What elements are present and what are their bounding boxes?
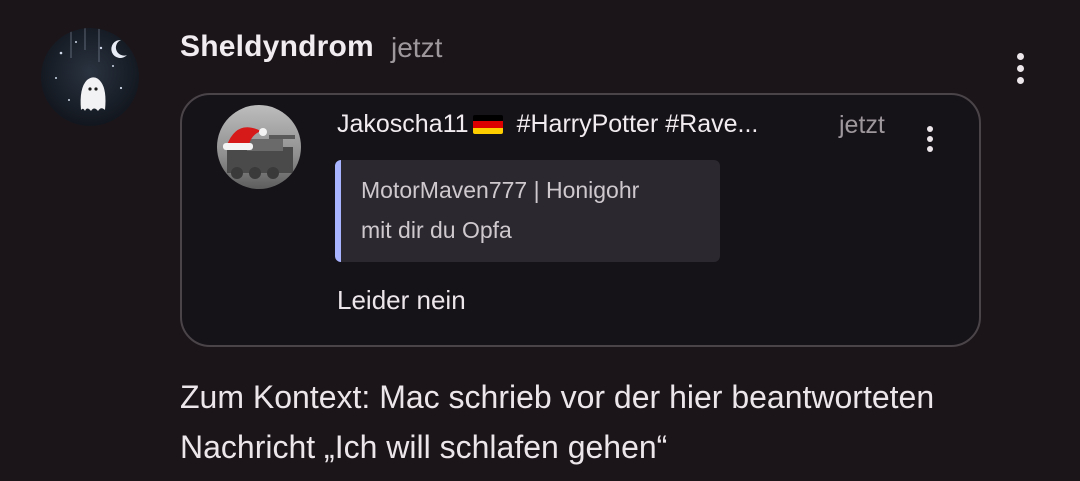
comment-timestamp: jetzt: [391, 32, 443, 63]
menu-dot: [927, 146, 933, 152]
germany-flag-icon: [472, 115, 503, 134]
reply-accent-bar: [335, 160, 341, 262]
reply-reference-author: MotorMaven777 | Honigohr: [361, 177, 640, 203]
quoted-timestamp: jetzt: [839, 111, 885, 139]
reply-reference[interactable]: MotorMaven777 | Honigohr mit dir du Opfa: [335, 160, 720, 262]
kebab-menu-icon[interactable]: [1015, 53, 1025, 84]
menu-dot: [927, 126, 933, 132]
avatar[interactable]: [41, 28, 139, 126]
menu-dot: [1016, 77, 1024, 84]
ghost-night-avatar-icon: [55, 28, 127, 111]
comment-message: Zum Kontext: Mac schrieb vor der hier be…: [180, 379, 935, 465]
menu-dot: [927, 136, 933, 142]
quoted-author-tags: #HarryPotter #Rave...: [516, 110, 759, 138]
santa-hat-avatar-icon: [223, 127, 295, 179]
comment-author[interactable]: Sheldyndrom: [180, 30, 374, 64]
reply-reference-text: mit dir du Opfa: [361, 217, 512, 243]
menu-dot: [1016, 53, 1024, 60]
quoted-author-avatar[interactable]: [217, 105, 301, 189]
quoted-author-name[interactable]: Jakoscha11: [337, 110, 469, 139]
quoted-author-line: Jakoscha11 #HarryPotter #Rave...: [337, 110, 758, 139]
quoted-message-text: Leider nein: [337, 285, 466, 315]
kebab-menu-icon[interactable]: [925, 126, 935, 152]
menu-dot: [1016, 65, 1024, 72]
